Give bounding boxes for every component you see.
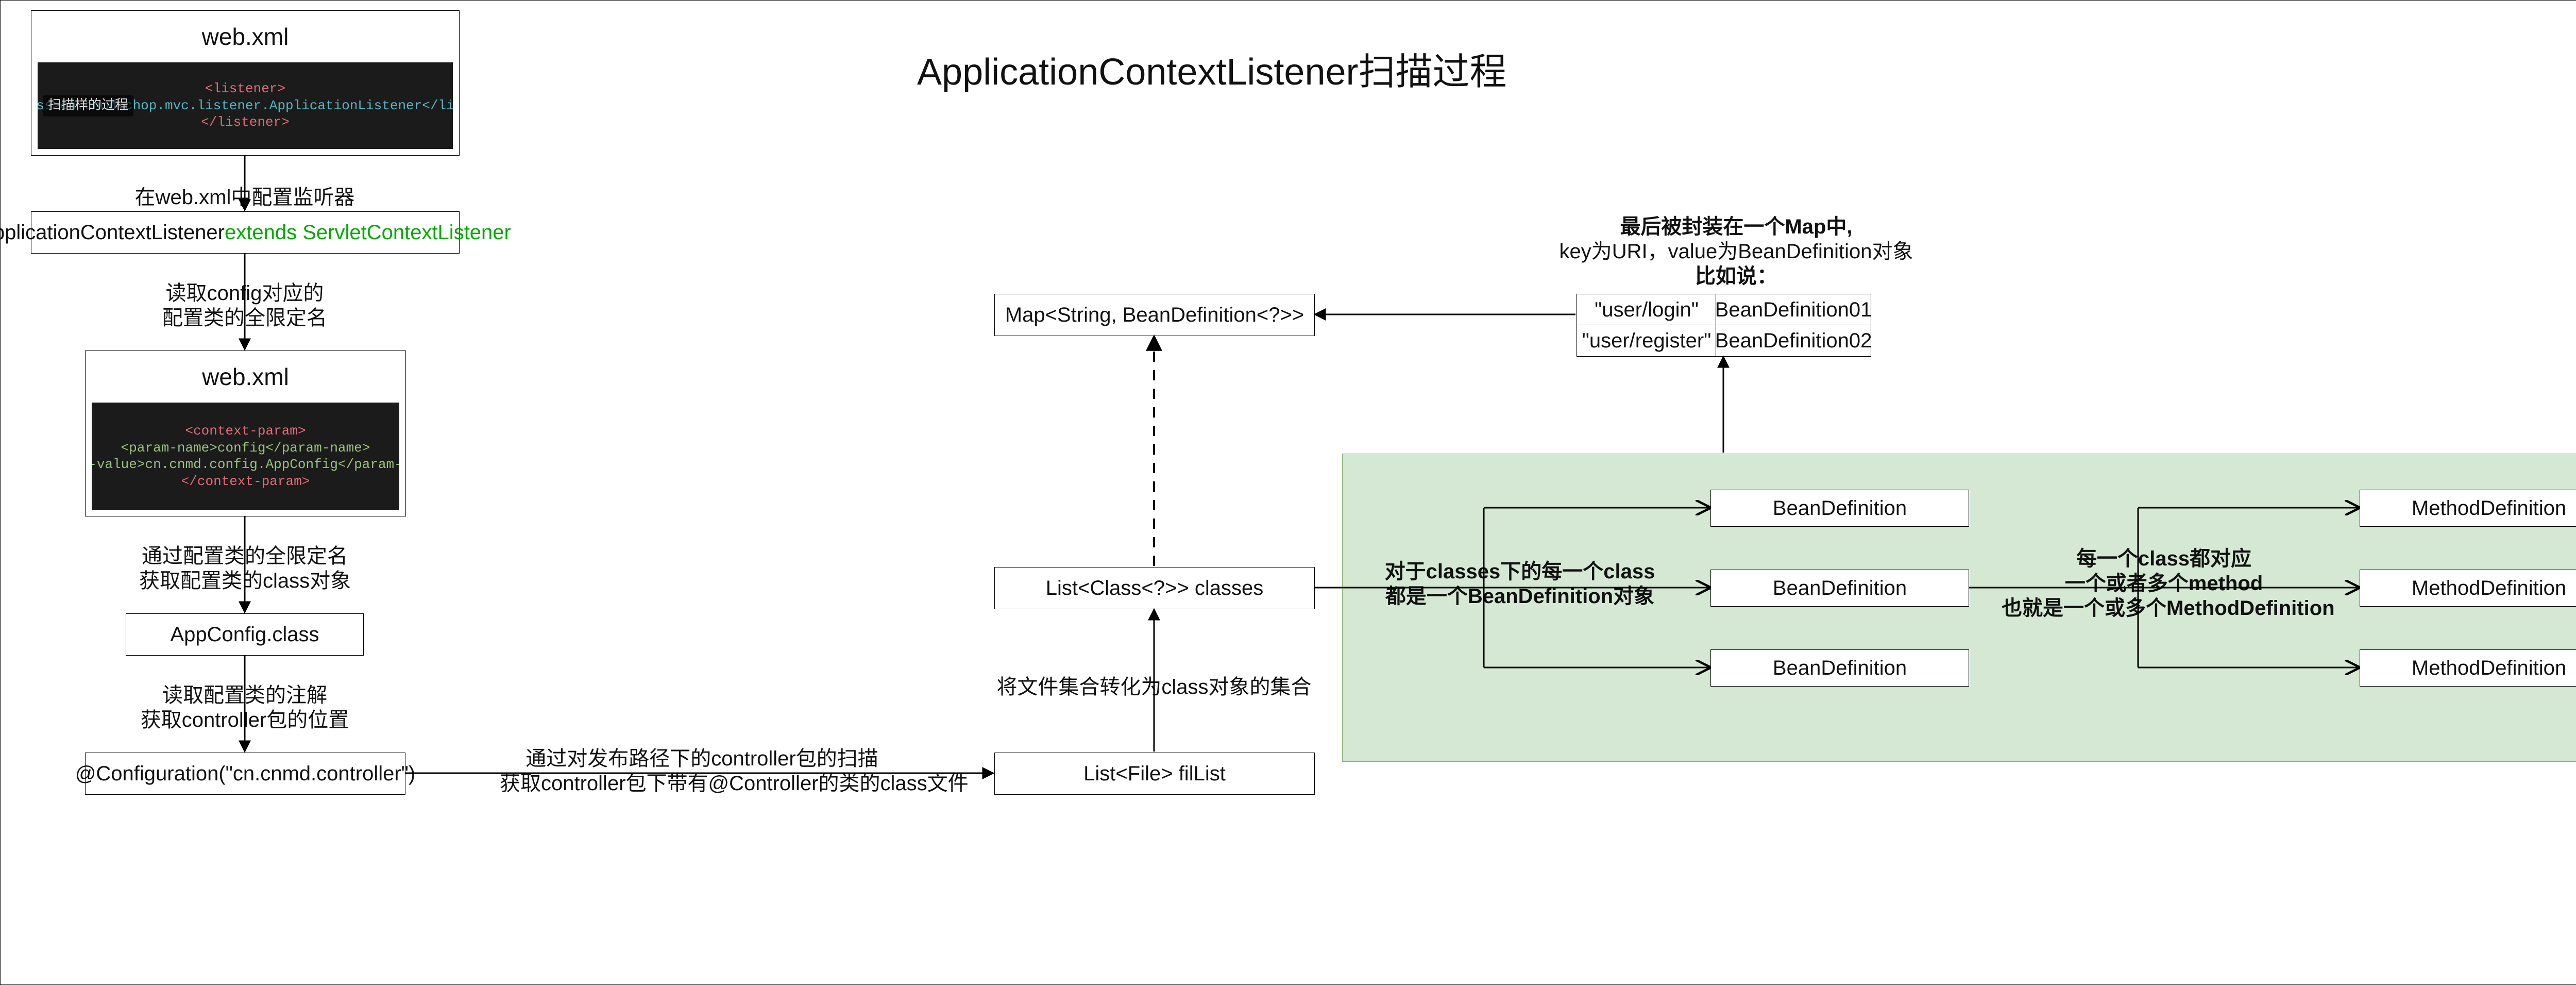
node-map: Map<String, BeanDefinition<?>> (994, 294, 1315, 336)
method-fanout-label: 每一个class都对应 一个或者多个method 也就是一个或多个MethodD… (2002, 546, 2326, 621)
node-method-2: MethodDefinition (2360, 570, 2576, 607)
h-edge-label-1: 通过对发布路径下的controller包的扫描 获取controller包下带有… (500, 746, 904, 796)
code2-l4: </context-param> (181, 473, 310, 490)
edge-label-2a: 读取config对应的 (144, 281, 345, 306)
code1-l3: </listener> (201, 114, 290, 131)
edge-label-4b: 获取controller包的位置 (139, 708, 350, 732)
node-web-xml-2: web.xml <context-param> <param-name>conf… (85, 350, 406, 516)
method-fanout-a: 每一个class都对应 (2002, 546, 2326, 571)
code1-l1: <listener> (205, 80, 285, 97)
node-web-xml-2-label: web.xml (86, 351, 405, 403)
edge-label-4: 读取配置类的注解 获取controller包的位置 (139, 683, 350, 732)
diagram-title: ApplicationContextListener扫描过程 (917, 41, 1507, 95)
table-r2c1: "user/register" (1577, 325, 1717, 357)
node-appconfig: AppConfig.class (126, 613, 364, 656)
edge-label-4a: 读取配置类的注解 (139, 683, 350, 708)
bean-fanout-label: 对于classes下的每一个class 都是一个BeanDefinition对象 (1376, 559, 1664, 609)
method-fanout-b: 一个或者多个method (2002, 571, 2326, 596)
code2-l3: <param-value>cn.cnmd.config.AppConfig</p… (92, 456, 399, 473)
node-bean-3: BeanDefinition (1710, 649, 1969, 687)
bean-fanout-b: 都是一个BeanDefinition对象 (1376, 584, 1664, 609)
code-snippet-1: <listener> <listener-class>cn.cnmd.chop.… (38, 62, 453, 149)
map-label-c: 比如说： (1556, 264, 1917, 289)
table-r2c2: BeanDefinition02 (1716, 325, 1871, 357)
map-label-b: key为URI，value为BeanDefinition对象 (1556, 239, 1917, 264)
edge-label-2b: 配置类的全限定名 (144, 306, 345, 330)
table-r1c2: BeanDefinition01 (1716, 294, 1871, 326)
node-method-3: MethodDefinition (2360, 649, 2576, 687)
node-config-annotation: @Configuration("cn.cnmd.controller") (85, 753, 405, 795)
edge-label-3b: 获取配置类的class对象 (139, 569, 350, 593)
v-edge-label-files-to-classes: 将文件集合转化为class对象的集合 (989, 670, 1319, 700)
h-edge-label-1b: 获取controller包下带有@Controller的类的class文件 (500, 771, 904, 796)
node-filelist: List<File> filList (994, 753, 1315, 795)
map-label: 最后被封装在一个Map中, key为URI，value为BeanDefiniti… (1556, 214, 1917, 289)
edge-label-1: 在web.xml中配置监听器 (126, 180, 363, 210)
code-snippet-2: <context-param> <param-name>config</para… (92, 403, 399, 510)
node-listener-b: extends ServletContextListener (225, 221, 511, 244)
node-listener-a: ApplicationContextListener (0, 221, 225, 244)
method-fanout-c: 也就是一个或多个MethodDefinition (2002, 596, 2326, 621)
edge-label-2: 读取config对应的 配置类的全限定名 (144, 281, 345, 330)
node-web-xml-1-label: web.xml (31, 11, 459, 62)
h-edge-label-1a: 通过对发布路径下的controller包的扫描 (500, 746, 904, 771)
code2-l2: <param-name>config</param-name> (121, 440, 370, 457)
code1-badge: 扫描样的过程 (43, 95, 133, 116)
node-classes: List<Class<?>> classes (994, 567, 1315, 609)
node-listener: ApplicationContextListener extends Servl… (31, 211, 460, 254)
code2-l1: <context-param> (185, 423, 306, 440)
node-bean-2: BeanDefinition (1710, 570, 1969, 607)
table-r1c1: "user/login" (1577, 294, 1717, 326)
edge-label-3a: 通过配置类的全限定名 (139, 544, 350, 569)
bean-fanout-a: 对于classes下的每一个class (1376, 559, 1664, 584)
node-bean-1: BeanDefinition (1710, 490, 1969, 527)
map-label-a: 最后被封装在一个Map中, (1556, 214, 1917, 239)
edge-label-3: 通过配置类的全限定名 获取配置类的class对象 (139, 544, 350, 593)
node-web-xml-1: web.xml <listener> <listener-class>cn.cn… (31, 10, 460, 156)
node-method-1: MethodDefinition (2360, 490, 2576, 527)
diagram-canvas: ApplicationContextListener扫描过程 web.xml <… (0, 0, 2576, 985)
